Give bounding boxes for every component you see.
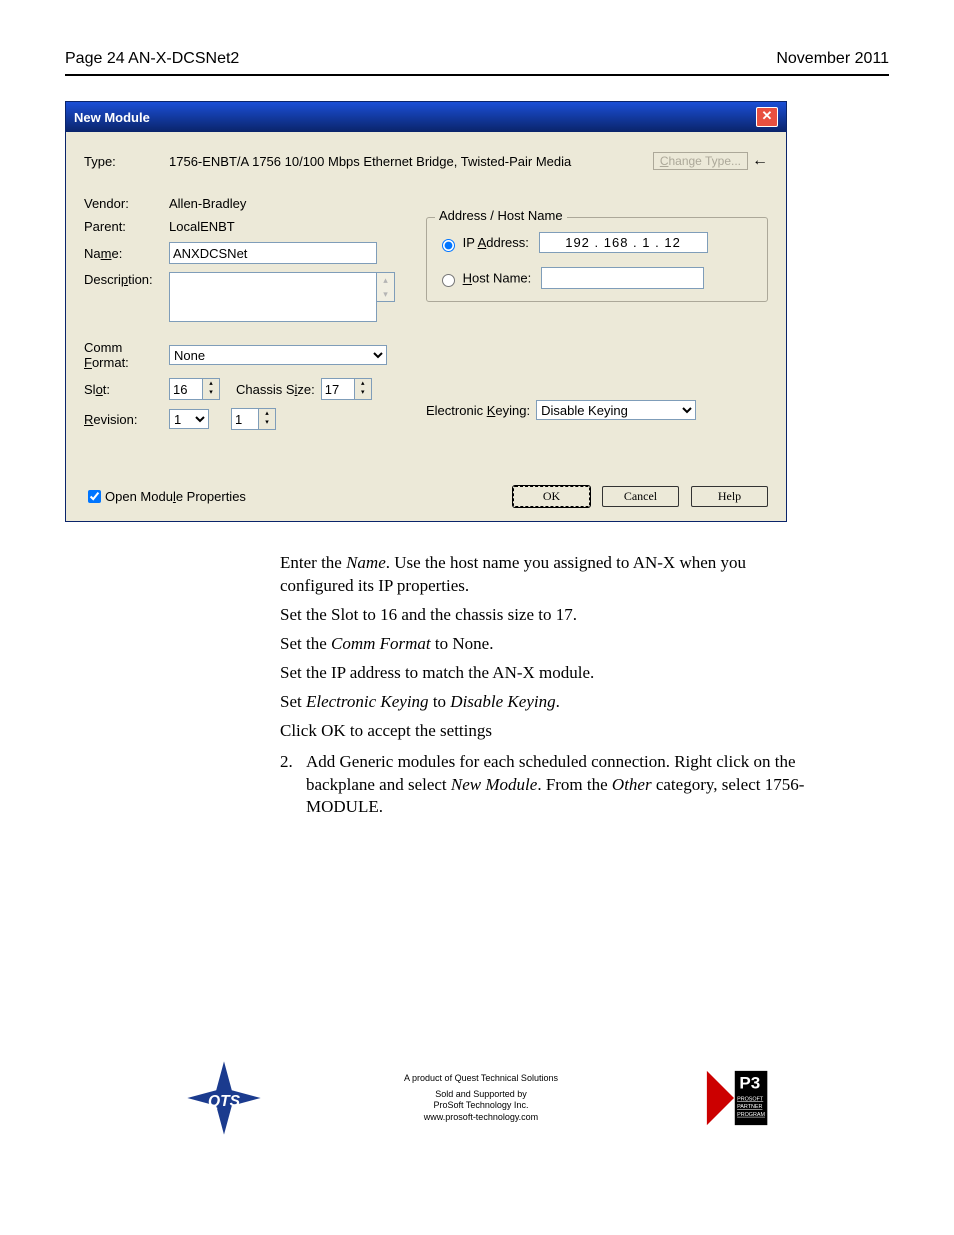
help-button[interactable]: Help (691, 486, 768, 507)
name-label: Name: (84, 246, 169, 261)
header-left: Page 24 AN-X-DCSNet2 (65, 50, 239, 68)
comm-format-label: Comm Format: (84, 340, 169, 370)
revision-minor-input[interactable] (231, 408, 259, 430)
footer-text: A product of Quest Technical Solutions S… (404, 1073, 558, 1124)
list-number: 2. (280, 751, 306, 820)
svg-text:PROGRAM: PROGRAM (737, 1112, 765, 1118)
vendor-value: Allen-Bradley (169, 196, 246, 211)
description-label: Description: (84, 272, 169, 287)
close-icon[interactable]: ✕ (756, 107, 778, 127)
ok-button[interactable]: OK (513, 486, 590, 507)
slot-spinner[interactable]: ▴▾ (169, 378, 220, 400)
new-module-dialog: New Module ✕ Type: 1756-ENBT/A 1756 10/1… (65, 101, 787, 522)
revision-label: Revision: (84, 412, 169, 427)
type-value: 1756-ENBT/A 1756 10/100 Mbps Ethernet Br… (169, 154, 571, 169)
parent-label: Parent: (84, 219, 169, 234)
address-hostname-group: Address / Host Name IP Address: 192 . 16… (426, 217, 768, 302)
svg-text:PARTNER: PARTNER (737, 1104, 762, 1110)
revision-major-select[interactable]: 1 (169, 409, 209, 429)
slot-label: Slot: (84, 382, 169, 397)
svg-text:QTS: QTS (208, 1093, 241, 1110)
vendor-label: Vendor: (84, 196, 169, 211)
description-input[interactable] (169, 272, 377, 322)
open-module-properties-checkbox[interactable] (88, 490, 101, 503)
address-legend: Address / Host Name (435, 208, 567, 223)
host-name-label: Host Name: (463, 271, 532, 286)
electronic-keying-label: Electronic Keying: (426, 403, 530, 418)
cancel-button[interactable]: Cancel (602, 486, 679, 507)
qts-logo: QTS (185, 1059, 263, 1137)
svg-text:PROSOFT: PROSOFT (737, 1097, 764, 1103)
dialog-title: New Module (74, 110, 150, 125)
titlebar: New Module ✕ (66, 102, 786, 132)
electronic-keying-select[interactable]: Disable Keying (536, 400, 696, 420)
ip-address-radio[interactable] (442, 239, 455, 252)
comm-format-select[interactable]: None (169, 345, 387, 365)
svg-text:P3: P3 (739, 1074, 760, 1093)
ip-address-label: IP Address: (463, 235, 529, 250)
slot-input[interactable] (169, 378, 203, 400)
revision-minor-spinner[interactable]: ▴▾ (231, 408, 276, 430)
arrow-left-icon: ← (752, 152, 768, 170)
body-text: Enter the Name. Use the host name you as… (280, 552, 810, 819)
open-module-properties-label: Open Module Properties (105, 489, 246, 504)
type-label: Type: (84, 154, 169, 169)
header-right: November 2011 (776, 50, 889, 68)
host-name-radio[interactable] (442, 274, 455, 287)
scrollbar[interactable]: ▴▾ (377, 272, 395, 302)
name-input[interactable] (169, 242, 377, 264)
list-text: Add Generic modules for each scheduled c… (306, 751, 810, 820)
chassis-size-spinner[interactable]: ▴▾ (321, 378, 372, 400)
p3-logo: P3 PROSOFT PARTNER PROGRAM (699, 1067, 769, 1129)
parent-value: LocalENBT (169, 219, 235, 234)
host-name-input[interactable] (541, 267, 704, 289)
change-type-button: CChange Type...hange Type... (653, 152, 748, 170)
chassis-size-input[interactable] (321, 378, 355, 400)
chassis-size-label: Chassis Size: (236, 382, 315, 397)
ip-address-input[interactable]: 192 . 168 . 1 . 12 (539, 232, 708, 253)
